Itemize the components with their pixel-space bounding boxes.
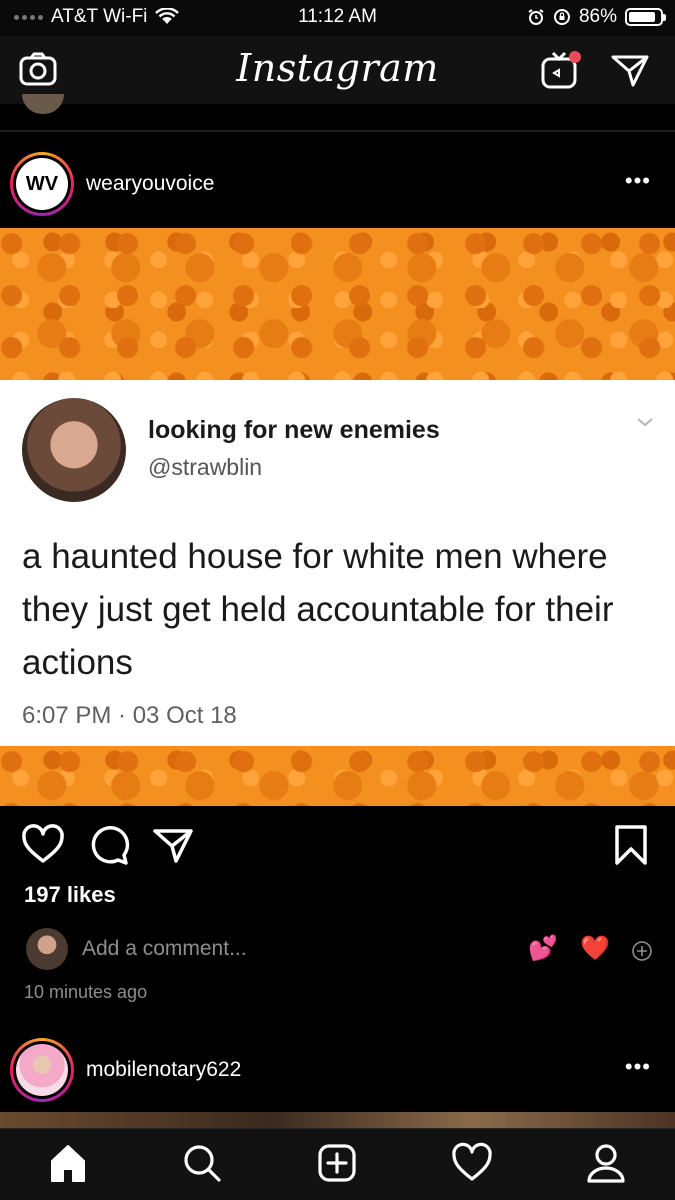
quick-emoji-two-hearts[interactable]: 💕: [528, 934, 558, 963]
post-username[interactable]: mobilenotary622: [86, 1058, 241, 1082]
more-options-icon[interactable]: •••: [625, 1054, 651, 1080]
halloween-pattern-top: [0, 228, 675, 380]
battery-percent: 86%: [578, 6, 617, 27]
new-post-icon[interactable]: [315, 1141, 359, 1185]
previous-avatar: [22, 94, 64, 114]
status-bar: AT&T Wi-Fi 11:12 AM 86%: [0, 0, 675, 36]
post-time-ago: 10 minutes ago: [24, 982, 148, 1002]
profile-icon[interactable]: [584, 1141, 628, 1185]
battery-fill: [629, 12, 655, 22]
tweet-handle: @strawblin: [148, 454, 263, 480]
activity-heart-icon[interactable]: [450, 1141, 494, 1185]
search-icon[interactable]: [180, 1141, 224, 1185]
quick-emoji-red-heart[interactable]: ❤️: [580, 934, 610, 963]
app-header: Instagram: [0, 36, 675, 104]
post-actions: [0, 806, 675, 886]
add-comment-input[interactable]: Add a comment...: [82, 937, 247, 961]
story-ring-avatar[interactable]: WV: [10, 152, 74, 216]
divider: [0, 130, 675, 132]
previous-post-edge: [0, 94, 675, 140]
next-post-image[interactable]: [0, 1112, 675, 1128]
notification-dot: [569, 51, 581, 63]
more-options-icon[interactable]: •••: [625, 168, 651, 194]
like-heart-icon[interactable]: [20, 822, 66, 868]
tab-bar: [0, 1128, 675, 1200]
avatar: [16, 1044, 68, 1096]
status-right: 86%: [527, 6, 666, 28]
save-bookmark-icon[interactable]: [608, 822, 654, 868]
home-icon[interactable]: [46, 1141, 90, 1185]
chevron-down-icon: [637, 418, 653, 427]
igtv-icon[interactable]: [538, 48, 582, 92]
tweet-avatar: [22, 398, 126, 502]
tweet-card: looking for new enemies @strawblin a hau…: [0, 380, 675, 746]
post-username[interactable]: wearyouvoice: [86, 172, 214, 196]
battery-icon: [625, 8, 666, 26]
next-post-header: mobilenotary622 •••: [0, 1032, 675, 1112]
halloween-pattern-bottom: [0, 746, 675, 806]
share-icon[interactable]: [150, 822, 196, 868]
post-header: WV wearyouvoice •••: [0, 140, 675, 228]
post-image[interactable]: looking for new enemies @strawblin a hau…: [0, 228, 675, 806]
comment-icon[interactable]: [86, 822, 132, 868]
story-ring-avatar[interactable]: [10, 1038, 74, 1102]
rotation-lock-icon: [553, 9, 570, 25]
tweet-timestamp: 6:07 PM · 03 Oct 18: [22, 702, 237, 729]
avatar: WV: [16, 158, 68, 210]
add-emoji-plus-icon[interactable]: [631, 940, 653, 962]
add-comment-row: Add a comment... 💕 ❤️: [0, 926, 675, 976]
my-avatar: [26, 928, 68, 970]
likes-count[interactable]: 197 likes: [24, 882, 116, 908]
tweet-display-name: looking for new enemies: [148, 416, 440, 444]
tweet-text: a haunted house for white men where they…: [22, 537, 614, 682]
direct-message-icon[interactable]: [608, 48, 652, 92]
alarm-icon: [528, 9, 544, 25]
